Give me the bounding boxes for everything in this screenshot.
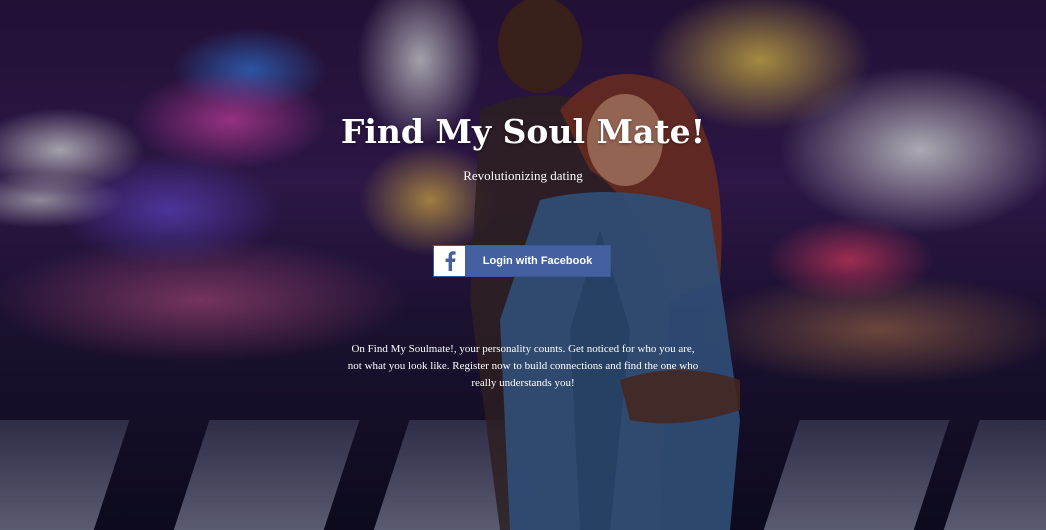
hero-section: Find My Soul Mate! Revolutionizing datin… [0, 0, 1046, 530]
login-button-label: Login with Facebook [482, 255, 593, 267]
login-with-facebook-button[interactable]: Login with Facebook [433, 245, 611, 277]
tagline: Revolutionizing dating [463, 168, 583, 183]
facebook-logo-box [434, 246, 465, 276]
intro-description: On Find My Soulmate!, your personality c… [347, 343, 699, 389]
page-title: Find My Soul Mate! [340, 112, 706, 151]
facebook-icon [445, 251, 456, 271]
hero-content: Find My Soul Mate! Revolutionizing datin… [0, 0, 1046, 530]
